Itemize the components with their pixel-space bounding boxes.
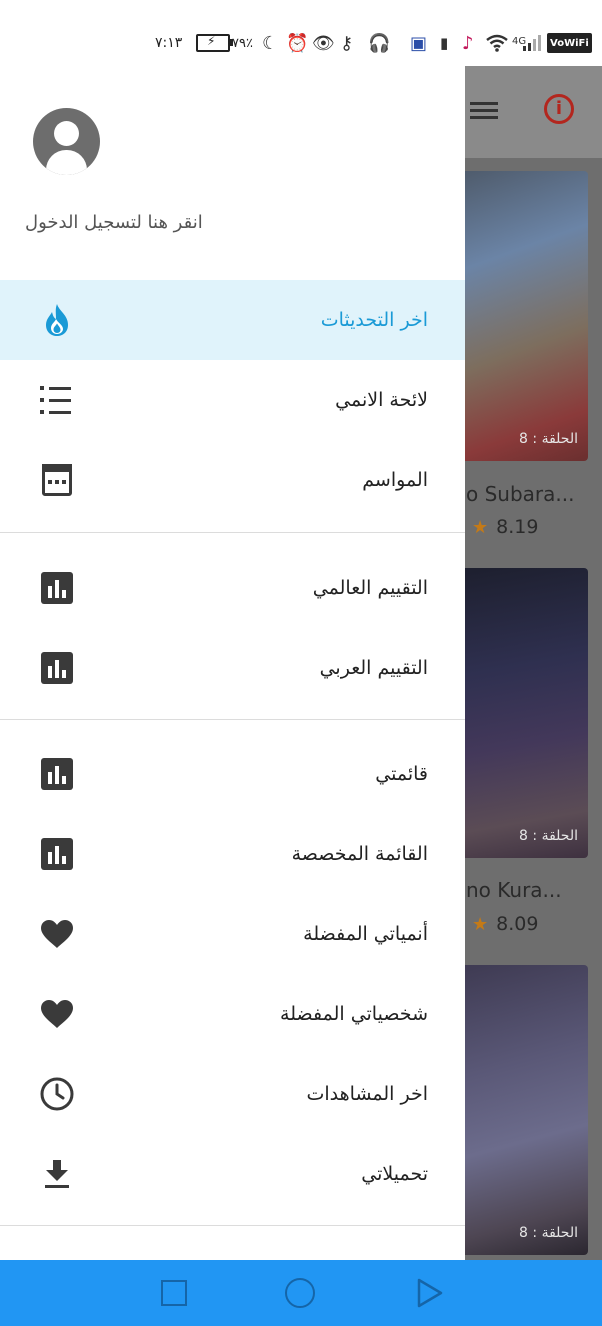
bar-chart-icon xyxy=(40,757,74,791)
menu-item-label: قائمتي xyxy=(375,763,428,785)
back-icon[interactable] xyxy=(416,1278,446,1308)
menu-item-my-list[interactable]: قائمتي xyxy=(0,734,465,814)
menu-item-label: اخر التحديثات xyxy=(320,309,428,331)
menu-item-global-rating[interactable]: التقييم العالمي xyxy=(0,548,465,628)
fire-icon xyxy=(40,303,74,337)
rating-value: 8.09 xyxy=(496,913,539,935)
episode-label: الحلقة : 8 xyxy=(519,828,578,844)
navigation-drawer: انقر هنا لتسجيل الدخول اخر التحديثات لائ… xyxy=(0,66,465,1260)
anime-title[interactable]: o Subara... xyxy=(466,482,574,506)
battery-charging-icon: ⚡ xyxy=(196,30,233,56)
menu-item-downloads[interactable]: تحميلاتي xyxy=(0,1134,465,1214)
home-icon[interactable] xyxy=(285,1278,315,1308)
moon-icon: ☾ xyxy=(262,32,279,54)
menu-item-label: المواسم xyxy=(362,469,428,491)
battery-percent: ٧٩٪ xyxy=(232,35,253,51)
menu-item-favorite-animes[interactable]: أنمياتي المفضلة xyxy=(0,894,465,974)
anime-poster[interactable]: الحلقة : 8 xyxy=(455,568,588,858)
bar-chart-icon xyxy=(40,837,74,871)
menu-item-label: تحميلاتي xyxy=(361,1163,428,1185)
menu-item-arab-rating[interactable]: التقييم العربي xyxy=(0,628,465,708)
list-icon[interactable] xyxy=(470,98,498,123)
divider xyxy=(0,532,465,533)
menu-item-label: شخصياتي المفضلة xyxy=(280,1003,428,1025)
anime-poster[interactable]: الحلقة : 8 xyxy=(455,171,588,461)
download-icon xyxy=(40,1157,74,1191)
bar-chart-icon xyxy=(40,571,74,605)
clock-icon xyxy=(40,1077,74,1111)
bar-chart-icon xyxy=(40,651,74,685)
menu-item-label: التقييم العالمي xyxy=(312,577,428,599)
recent-apps-icon[interactable] xyxy=(159,1278,189,1308)
menu-item-anime-list[interactable]: لائحة الانمي xyxy=(0,360,465,440)
star-icon: ★ xyxy=(472,913,489,935)
menu-item-label: القائمة المخصصة xyxy=(291,843,428,865)
heart-icon xyxy=(40,917,74,951)
menu-item-latest-updates[interactable]: اخر التحديثات xyxy=(0,280,465,360)
star-icon: ★ xyxy=(472,516,489,538)
menu-item-custom-list[interactable]: القائمة المخصصة xyxy=(0,814,465,894)
menu-item-seasons[interactable]: المواسم xyxy=(0,440,465,520)
menu-item-label: أنمياتي المفضلة xyxy=(303,923,428,945)
key-icon: ⚷ xyxy=(340,32,354,54)
anime-rating: ★ 8.09 xyxy=(472,913,538,935)
menu-item-favorite-characters[interactable]: شخصياتي المفضلة xyxy=(0,974,465,1054)
status-bar: ٧:١٣ ⚡ ٧٩٪ ☾ ⏰ 👁 ⚷ 🎧 ▣ ▮ ♪ 4G VoWiFi xyxy=(0,0,602,66)
headphones-icon: 🎧 xyxy=(368,32,391,54)
battery-saver-icon: ▮ xyxy=(440,34,449,52)
divider xyxy=(0,1225,465,1226)
heart-icon xyxy=(40,997,74,1031)
status-time: ٧:١٣ xyxy=(155,35,183,51)
anime-rating: ★ 8.19 xyxy=(472,516,538,538)
wifi-icon xyxy=(486,30,508,56)
menu-item-label: اخر المشاهدات xyxy=(306,1083,429,1105)
divider xyxy=(0,719,465,720)
menu-item-last-watched[interactable]: اخر المشاهدات xyxy=(0,1054,465,1134)
episode-label: الحلقة : 8 xyxy=(519,431,578,447)
calendar-icon xyxy=(40,463,74,497)
system-navigation-bar xyxy=(0,1260,602,1326)
app-notification-icon: ▣ xyxy=(410,32,428,54)
login-prompt[interactable]: انقر هنا لتسجيل الدخول xyxy=(25,212,203,233)
carrier-badge: VoWiFi xyxy=(547,33,592,53)
rating-value: 8.19 xyxy=(496,516,539,538)
eye-icon: 👁 xyxy=(312,32,335,54)
avatar[interactable] xyxy=(33,108,100,175)
signal-icon xyxy=(522,30,542,56)
menu-item-label: لائحة الانمي xyxy=(335,389,428,411)
alarm-icon: ⏰ xyxy=(286,32,309,54)
anime-poster[interactable]: الحلقة : 8 xyxy=(455,965,588,1255)
list-icon xyxy=(40,383,74,417)
episode-label: الحلقة : 8 xyxy=(519,1225,578,1241)
info-icon[interactable]: i xyxy=(544,94,574,124)
anime-title[interactable]: no Kura... xyxy=(466,878,562,902)
tiktok-icon: ♪ xyxy=(462,32,474,54)
menu-item-label: التقييم العربي xyxy=(319,657,428,679)
